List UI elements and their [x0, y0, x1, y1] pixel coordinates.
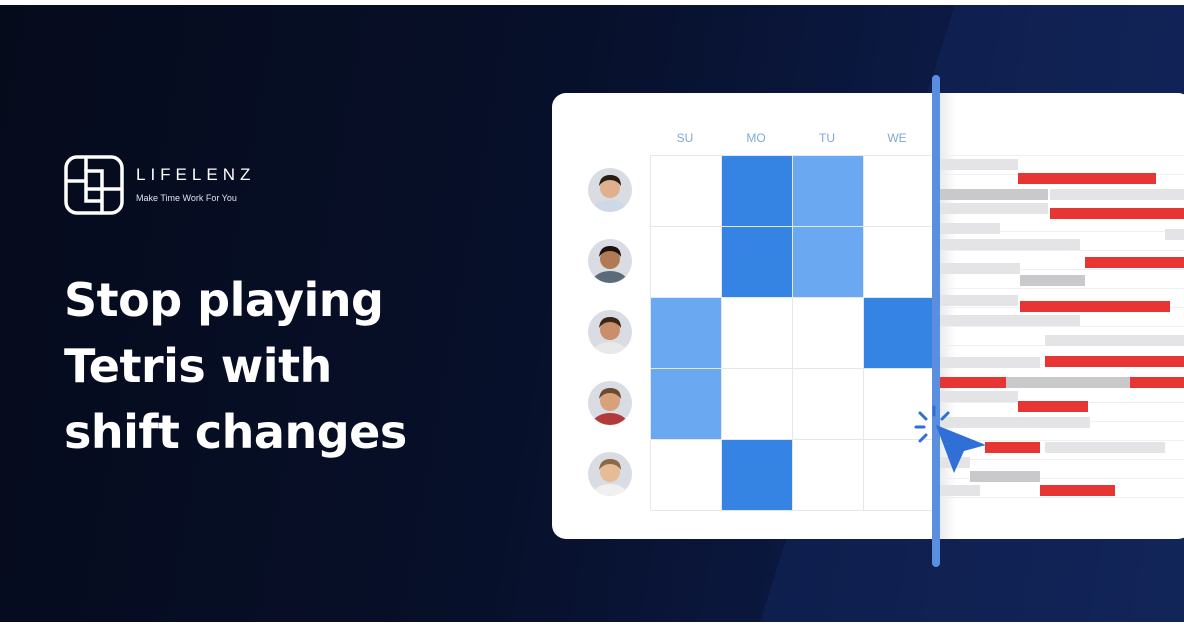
schedule-card: SU MO TU WE [552, 93, 1184, 539]
timeline-row-line [940, 155, 1184, 156]
brand-tagline: Make Time Work For You [136, 193, 237, 203]
schedule-cell[interactable] [651, 156, 722, 227]
schedule-cell[interactable] [793, 156, 864, 227]
schedule-grid [650, 155, 935, 511]
schedule-cell[interactable] [722, 156, 793, 227]
shift-bar [1050, 208, 1184, 219]
lifelenz-logo-icon [64, 155, 124, 215]
employee-avatar [588, 310, 632, 354]
schedule-cell[interactable] [793, 298, 864, 369]
timeline-row-line [940, 288, 1184, 289]
shift-bar [940, 159, 1018, 170]
schedule-cell[interactable] [864, 156, 935, 227]
brand-name: LIFELENZ [136, 165, 256, 184]
shift-bar [940, 391, 1018, 402]
shift-bar [940, 485, 980, 496]
day-label-we: WE [887, 131, 907, 145]
schedule-cell[interactable] [651, 440, 722, 511]
employee-avatar [588, 168, 632, 212]
timeline-row-line [940, 326, 1184, 327]
schedule-cell[interactable] [864, 298, 935, 369]
shift-bar [1130, 377, 1184, 388]
employee-avatar [588, 452, 632, 496]
shift-bar [940, 189, 1048, 200]
schedule-cell[interactable] [722, 440, 793, 511]
schedule-cell[interactable] [651, 227, 722, 298]
shift-bar [1020, 275, 1085, 286]
cursor-click-icon [914, 405, 986, 473]
shift-bar [1085, 257, 1184, 268]
shift-bar [1165, 229, 1184, 240]
shift-bar [1050, 189, 1184, 200]
schedule-cell[interactable] [793, 227, 864, 298]
shift-bar [940, 377, 1006, 388]
avatar-icon [588, 239, 632, 283]
shift-bar [940, 315, 1080, 326]
schedule-cell[interactable] [651, 298, 722, 369]
day-label-su: SU [676, 131, 694, 145]
banner-canvas: LIFELENZ Make Time Work For You Stop pla… [0, 5, 1184, 622]
schedule-cell[interactable] [793, 440, 864, 511]
shift-bar [985, 442, 1040, 453]
day-label-tu: TU [819, 131, 835, 145]
avatar-icon [588, 452, 632, 496]
shift-bar [940, 357, 1040, 368]
headline-line: Stop playing [64, 273, 384, 327]
avatar-icon [588, 310, 632, 354]
shift-bar [1045, 442, 1165, 453]
avatar-icon [588, 168, 632, 212]
shift-bar [940, 203, 1048, 214]
shift-bar [940, 295, 1018, 306]
schedule-cell[interactable] [793, 369, 864, 440]
compare-divider-handle[interactable] [932, 75, 940, 567]
timeline-row-line [940, 250, 1184, 251]
headline-line: Tetris with [64, 339, 332, 393]
shift-bar [1045, 356, 1184, 367]
day-label-mo: MO [746, 131, 766, 145]
shift-bar [940, 239, 1080, 250]
brand-block: LIFELENZ Make Time Work For You [64, 155, 255, 215]
shift-bar [1045, 335, 1184, 346]
shift-bar [940, 263, 1020, 274]
schedule-cell[interactable] [864, 227, 935, 298]
headline-line: shift changes [64, 405, 407, 459]
shift-bar [1006, 377, 1132, 388]
employee-avatar [588, 381, 632, 425]
shift-bar [1020, 301, 1170, 312]
headline: Stop playing Tetris with shift changes [64, 267, 484, 465]
schedule-cell[interactable] [651, 369, 722, 440]
shift-bar [1018, 173, 1156, 184]
timeline-row-line [940, 497, 1184, 498]
schedule-cell[interactable] [722, 227, 793, 298]
shift-bar [940, 223, 1000, 234]
shift-bar [1040, 485, 1115, 496]
brand-text: LIFELENZ Make Time Work For You [136, 165, 255, 205]
schedule-cell[interactable] [722, 298, 793, 369]
employee-avatar [588, 239, 632, 283]
shift-bar [1018, 401, 1088, 412]
avatar-icon [588, 381, 632, 425]
schedule-cell[interactable] [722, 369, 793, 440]
